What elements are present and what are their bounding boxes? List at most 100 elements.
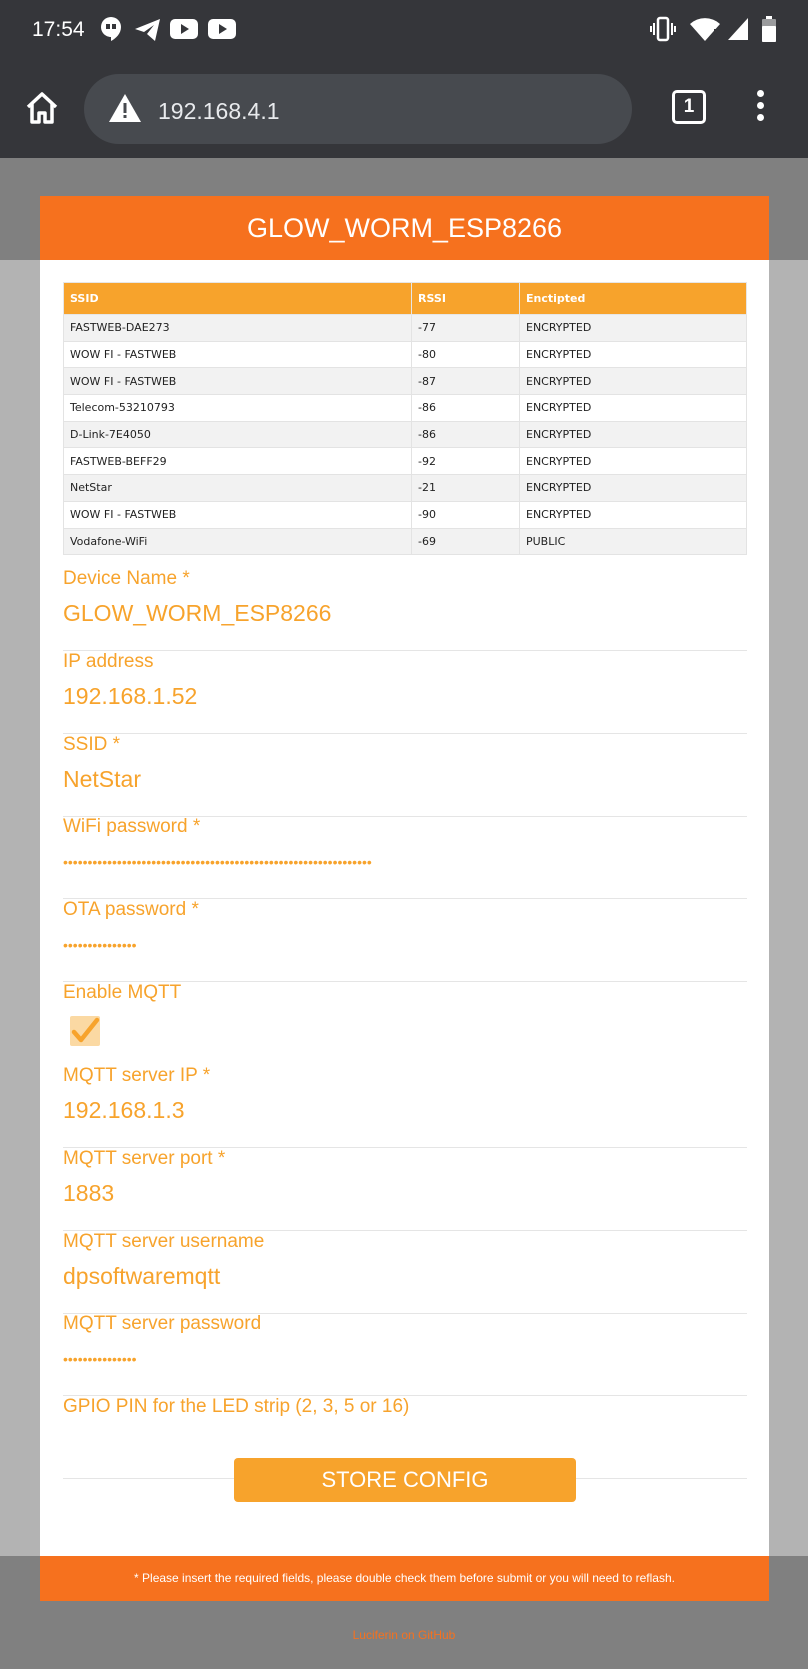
store-config-button[interactable]: STORE CONFIG bbox=[234, 1458, 576, 1502]
table-row[interactable]: WOW FI - FASTWEB -87 ENCRYPTED bbox=[63, 367, 747, 396]
youtube-icon bbox=[208, 19, 236, 44]
table-row[interactable]: WOW FI - FASTWEB -80 ENCRYPTED bbox=[63, 340, 747, 369]
ota-password-field[interactable]: OTA password * ••••••••••••••• bbox=[63, 899, 747, 982]
enable-mqtt-field: Enable MQTT bbox=[63, 982, 747, 1062]
encryption-cell: ENCRYPTED bbox=[519, 340, 747, 369]
battery-icon bbox=[762, 16, 776, 47]
wifi-password-label: WiFi password * bbox=[63, 816, 201, 837]
page-title: GLOW_WORM_ESP8266 bbox=[40, 196, 769, 260]
mqtt-password-label: MQTT server password bbox=[63, 1313, 262, 1334]
github-link[interactable]: Luciferin on GitHub bbox=[0, 1628, 808, 1642]
table-row[interactable]: FASTWEB-DAE273 -77 ENCRYPTED bbox=[63, 314, 747, 342]
rssi-cell: -87 bbox=[411, 367, 520, 396]
ssid-cell: Vodafone-WiFi bbox=[63, 527, 412, 556]
ota-password-label: OTA password * bbox=[63, 899, 199, 920]
mqtt-password-input[interactable]: ••••••••••••••• bbox=[63, 1351, 137, 1367]
ssid-field[interactable]: SSID * NetStar bbox=[63, 734, 747, 817]
encryption-cell: PUBLIC bbox=[519, 527, 747, 556]
vibrate-icon bbox=[650, 16, 676, 47]
rssi-cell: -80 bbox=[411, 340, 520, 369]
column-header-ssid: SSID bbox=[63, 282, 412, 315]
table-row[interactable]: Vodafone-WiFi -69 PUBLIC bbox=[63, 527, 747, 556]
telegram-icon bbox=[134, 18, 162, 47]
address-bar[interactable]: 192.168.4.1 bbox=[84, 74, 632, 144]
table-row[interactable]: D-Link-7E4050 -86 ENCRYPTED bbox=[63, 420, 747, 449]
browser-toolbar: 192.168.4.1 1 bbox=[0, 60, 808, 158]
home-button[interactable] bbox=[22, 88, 62, 128]
dot-icon bbox=[756, 102, 764, 109]
web-page: GLOW_WORM_ESP8266 SSID RSSI Enctipted FA… bbox=[0, 158, 808, 1669]
rssi-cell: -86 bbox=[411, 394, 520, 422]
ssid-cell: D-Link-7E4050 bbox=[63, 420, 412, 449]
enable-mqtt-label: Enable MQTT bbox=[63, 982, 182, 1003]
column-header-rssi: RSSI bbox=[411, 282, 520, 315]
enable-mqtt-checkbox[interactable] bbox=[70, 1016, 100, 1046]
rssi-cell: -21 bbox=[411, 474, 520, 502]
dot-icon bbox=[756, 90, 764, 97]
rssi-cell: -90 bbox=[411, 500, 520, 529]
home-icon bbox=[26, 92, 58, 124]
mqtt-username-input[interactable]: dpsoftwaremqtt bbox=[63, 1263, 220, 1290]
youtube-icon bbox=[170, 19, 198, 44]
rssi-cell: -92 bbox=[411, 447, 520, 476]
encryption-cell: ENCRYPTED bbox=[519, 394, 747, 422]
ssid-input[interactable]: NetStar bbox=[63, 766, 141, 793]
warning-icon[interactable] bbox=[108, 93, 142, 128]
url-text[interactable]: 192.168.4.1 bbox=[158, 98, 280, 125]
mqtt-username-field[interactable]: MQTT server username dpsoftwaremqtt bbox=[63, 1231, 747, 1314]
ssid-cell: FASTWEB-DAE273 bbox=[63, 314, 412, 342]
rssi-cell: -77 bbox=[411, 314, 520, 342]
clock: 17:54 bbox=[32, 18, 85, 41]
table-header-row: SSID RSSI Enctipted bbox=[63, 282, 747, 315]
device-name-label: Device Name * bbox=[63, 568, 190, 589]
checkmark-icon bbox=[71, 1017, 100, 1043]
gpio-pin-label: GPIO PIN for the LED strip (2, 3, 5 or 1… bbox=[63, 1396, 410, 1417]
ssid-cell: NetStar bbox=[63, 474, 412, 502]
ip-address-label: IP address bbox=[63, 651, 154, 672]
status-bar: 17:54 bbox=[0, 0, 808, 60]
column-header-encrypted: Enctipted bbox=[519, 282, 747, 315]
mqtt-password-field[interactable]: MQTT server password ••••••••••••••• bbox=[63, 1313, 747, 1396]
encryption-cell: ENCRYPTED bbox=[519, 447, 747, 476]
encryption-cell: ENCRYPTED bbox=[519, 500, 747, 529]
mqtt-server-ip-input[interactable]: 192.168.1.3 bbox=[63, 1097, 185, 1124]
signal-icon bbox=[726, 16, 750, 47]
ssid-cell: WOW FI - FASTWEB bbox=[63, 367, 412, 396]
mqtt-username-label: MQTT server username bbox=[63, 1231, 265, 1252]
wifi-icon bbox=[688, 16, 722, 47]
table-row[interactable]: Telecom-53210793 -86 ENCRYPTED bbox=[63, 394, 747, 422]
mqtt-server-port-field[interactable]: MQTT server port * 1883 bbox=[63, 1148, 747, 1231]
more-menu-button[interactable] bbox=[752, 90, 768, 126]
ip-address-input[interactable]: 192.168.1.52 bbox=[63, 683, 197, 710]
table-row[interactable]: FASTWEB-BEFF29 -92 ENCRYPTED bbox=[63, 447, 747, 476]
hangouts-icon bbox=[100, 16, 122, 47]
tab-switcher-button[interactable]: 1 bbox=[672, 90, 706, 124]
mqtt-server-port-input[interactable]: 1883 bbox=[63, 1180, 114, 1207]
table-row[interactable]: NetStar -21 ENCRYPTED bbox=[63, 474, 747, 502]
wifi-networks-table: SSID RSSI Enctipted FASTWEB-DAE273 -77 ENC… bbox=[63, 282, 747, 556]
ssid-label: SSID * bbox=[63, 734, 121, 755]
ssid-cell: WOW FI - FASTWEB bbox=[63, 340, 412, 369]
mqtt-server-ip-field[interactable]: MQTT server IP * 192.168.1.3 bbox=[63, 1065, 747, 1148]
table-row[interactable]: WOW FI - FASTWEB -90 ENCRYPTED bbox=[63, 500, 747, 529]
encryption-cell: ENCRYPTED bbox=[519, 474, 747, 502]
rssi-cell: -69 bbox=[411, 527, 520, 556]
device-name-input[interactable]: GLOW_WORM_ESP8266 bbox=[63, 600, 331, 627]
footer-note: * Please insert the required fields, ple… bbox=[40, 1556, 769, 1601]
ip-address-field[interactable]: IP address 192.168.1.52 bbox=[63, 651, 747, 734]
encryption-cell: ENCRYPTED bbox=[519, 420, 747, 449]
config-card: GLOW_WORM_ESP8266 SSID RSSI Enctipted FA… bbox=[40, 196, 769, 1601]
ota-password-input[interactable]: ••••••••••••••• bbox=[63, 937, 137, 953]
ssid-cell: FASTWEB-BEFF29 bbox=[63, 447, 412, 476]
ssid-cell: Telecom-53210793 bbox=[63, 394, 412, 422]
encryption-cell: ENCRYPTED bbox=[519, 367, 747, 396]
device-name-field[interactable]: Device Name * GLOW_WORM_ESP8266 bbox=[63, 568, 747, 651]
encryption-cell: ENCRYPTED bbox=[519, 314, 747, 342]
dot-icon bbox=[756, 114, 764, 121]
wifi-password-field[interactable]: WiFi password * ••••••••••••••••••••••••… bbox=[63, 816, 747, 899]
ssid-cell: WOW FI - FASTWEB bbox=[63, 500, 412, 529]
rssi-cell: -86 bbox=[411, 420, 520, 449]
wifi-password-input[interactable]: ••••••••••••••••••••••••••••••••••••••••… bbox=[63, 854, 372, 870]
mqtt-server-ip-label: MQTT server IP * bbox=[63, 1065, 211, 1086]
mqtt-server-port-label: MQTT server port * bbox=[63, 1148, 226, 1169]
